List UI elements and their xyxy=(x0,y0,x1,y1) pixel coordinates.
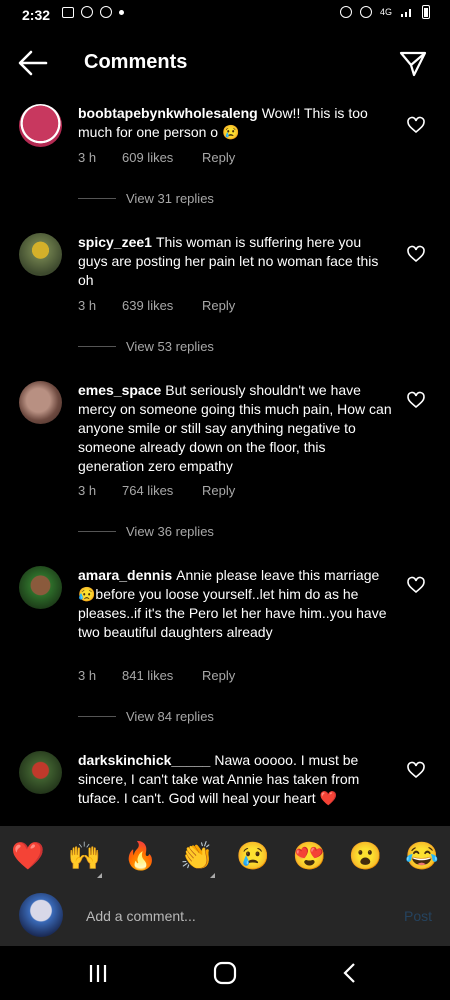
notification-icons xyxy=(62,6,124,18)
view-replies-label: View 31 replies xyxy=(126,191,214,206)
view-replies-button[interactable]: View 36 replies xyxy=(78,524,214,539)
comment-input[interactable] xyxy=(84,902,378,930)
view-replies-button[interactable]: View 84 replies xyxy=(78,709,214,724)
comment-username[interactable]: boobtapebynkwholesaleng xyxy=(78,105,258,121)
hotspot-icon xyxy=(359,6,372,18)
skin-tone-indicator xyxy=(209,873,215,878)
comment-likes[interactable]: 841 likes xyxy=(122,668,202,683)
comment-body: spicy_zee1 This woman is suffering here y… xyxy=(78,233,393,290)
comment-username[interactable]: emes_space xyxy=(78,382,161,398)
heart-icon xyxy=(407,116,425,134)
sync-icon xyxy=(100,6,112,18)
comment-meta: 3 h 841 likes Reply xyxy=(78,668,235,683)
comment-body: amara_dennis Annie please leave this marr… xyxy=(78,566,393,642)
back-chevron-icon xyxy=(343,963,355,983)
reply-button[interactable]: Reply xyxy=(202,150,235,165)
reply-button[interactable]: Reply xyxy=(202,298,235,313)
post-button[interactable]: Post xyxy=(404,908,432,924)
emoji-reaction-bar: ❤️ 🙌 🔥 👏 😢 😍 😮 😂 xyxy=(0,826,450,886)
heart-eyes-emoji[interactable]: 😍 xyxy=(289,840,329,872)
comment-time: 3 h xyxy=(78,668,97,683)
system-back-button[interactable] xyxy=(335,958,365,988)
comment-username[interactable]: darkskinchick_____ xyxy=(78,752,210,768)
comment-meta: 3 h 609 likes Reply xyxy=(78,150,235,165)
heart-icon xyxy=(407,245,425,263)
status-bar: 2:32 4G xyxy=(0,0,450,30)
view-replies-label: View 84 replies xyxy=(126,709,214,724)
like-button[interactable] xyxy=(405,574,427,596)
comment-time: 3 h xyxy=(78,483,97,498)
like-button[interactable] xyxy=(405,759,427,781)
raising-hands-emoji[interactable]: 🙌 xyxy=(64,840,104,878)
divider-line xyxy=(78,531,116,532)
comment-body: darkskinchick_____ Nawa ooooo. I must be … xyxy=(78,751,393,808)
system-navigation-bar xyxy=(0,946,450,1000)
recent-apps-button[interactable] xyxy=(83,958,113,988)
comment-meta: 3 h 639 likes Reply xyxy=(78,298,235,313)
clapping-hands-glyph: 👏 xyxy=(180,841,214,871)
header: Comments xyxy=(0,34,450,90)
raising-hands-glyph: 🙌 xyxy=(67,841,102,871)
reply-button[interactable]: Reply xyxy=(202,483,235,498)
comment-meta: 3 h 764 likes Reply xyxy=(78,483,235,498)
fire-emoji[interactable]: 🔥 xyxy=(121,840,161,872)
paper-plane-icon xyxy=(399,51,427,77)
like-button[interactable] xyxy=(405,389,427,411)
view-replies-label: View 36 replies xyxy=(126,524,214,539)
dot-icon xyxy=(119,9,124,15)
clapping-hands-emoji[interactable]: 👏 xyxy=(177,840,217,878)
avatar[interactable] xyxy=(19,751,62,794)
recent-apps-icon xyxy=(89,965,107,982)
messenger-icon xyxy=(81,6,93,18)
network-label: 4G xyxy=(379,7,392,17)
comment-username[interactable]: spicy_zee1 xyxy=(78,234,152,250)
heart-icon xyxy=(407,576,425,594)
status-time: 2:32 xyxy=(22,7,51,23)
comment-time: 3 h xyxy=(78,298,97,313)
reply-button[interactable]: Reply xyxy=(202,668,235,683)
like-button[interactable] xyxy=(405,243,427,265)
home-icon xyxy=(213,961,237,985)
comment-composer: Post xyxy=(0,886,450,946)
comment-likes[interactable]: 639 likes xyxy=(122,298,202,313)
tears-of-joy-emoji[interactable]: 😂 xyxy=(402,840,442,872)
back-button[interactable] xyxy=(16,48,50,78)
current-user-avatar xyxy=(19,893,63,937)
comment-likes[interactable]: 609 likes xyxy=(122,150,202,165)
avatar[interactable] xyxy=(19,233,62,276)
heart-icon xyxy=(407,391,425,409)
comment-time: 3 h xyxy=(78,150,97,165)
comment-username[interactable]: amara_dennis xyxy=(78,567,172,583)
view-replies-label: View 53 replies xyxy=(126,339,214,354)
like-button[interactable] xyxy=(405,114,427,136)
comment-likes[interactable]: 764 likes xyxy=(122,483,202,498)
surprised-face-emoji[interactable]: 😮 xyxy=(346,840,386,872)
divider-line xyxy=(78,716,116,717)
red-heart-emoji[interactable]: ❤️ xyxy=(8,840,48,872)
alarm-icon xyxy=(339,6,352,18)
avatar[interactable] xyxy=(19,104,62,147)
view-replies-button[interactable]: View 53 replies xyxy=(78,339,214,354)
divider-line xyxy=(78,346,116,347)
avatar[interactable] xyxy=(19,381,62,424)
comment-body: emes_space But seriously shouldn't we hav… xyxy=(78,381,393,476)
skin-tone-indicator xyxy=(97,873,103,878)
system-icons: 4G xyxy=(339,5,430,19)
share-button[interactable] xyxy=(398,48,428,78)
view-replies-button[interactable]: View 31 replies xyxy=(78,191,214,206)
gallery-icon xyxy=(62,6,74,18)
comment-body: boobtapebynkwholesaleng Wow!! This is too… xyxy=(78,104,393,142)
battery-icon xyxy=(422,5,430,19)
page-title: Comments xyxy=(84,51,188,73)
avatar[interactable] xyxy=(19,566,62,609)
back-arrow-icon xyxy=(18,50,48,76)
heart-icon xyxy=(407,761,425,779)
signal-icon xyxy=(401,9,411,17)
crying-face-emoji[interactable]: 😢 xyxy=(233,840,273,872)
home-button[interactable] xyxy=(210,958,240,988)
divider-line xyxy=(78,198,116,199)
